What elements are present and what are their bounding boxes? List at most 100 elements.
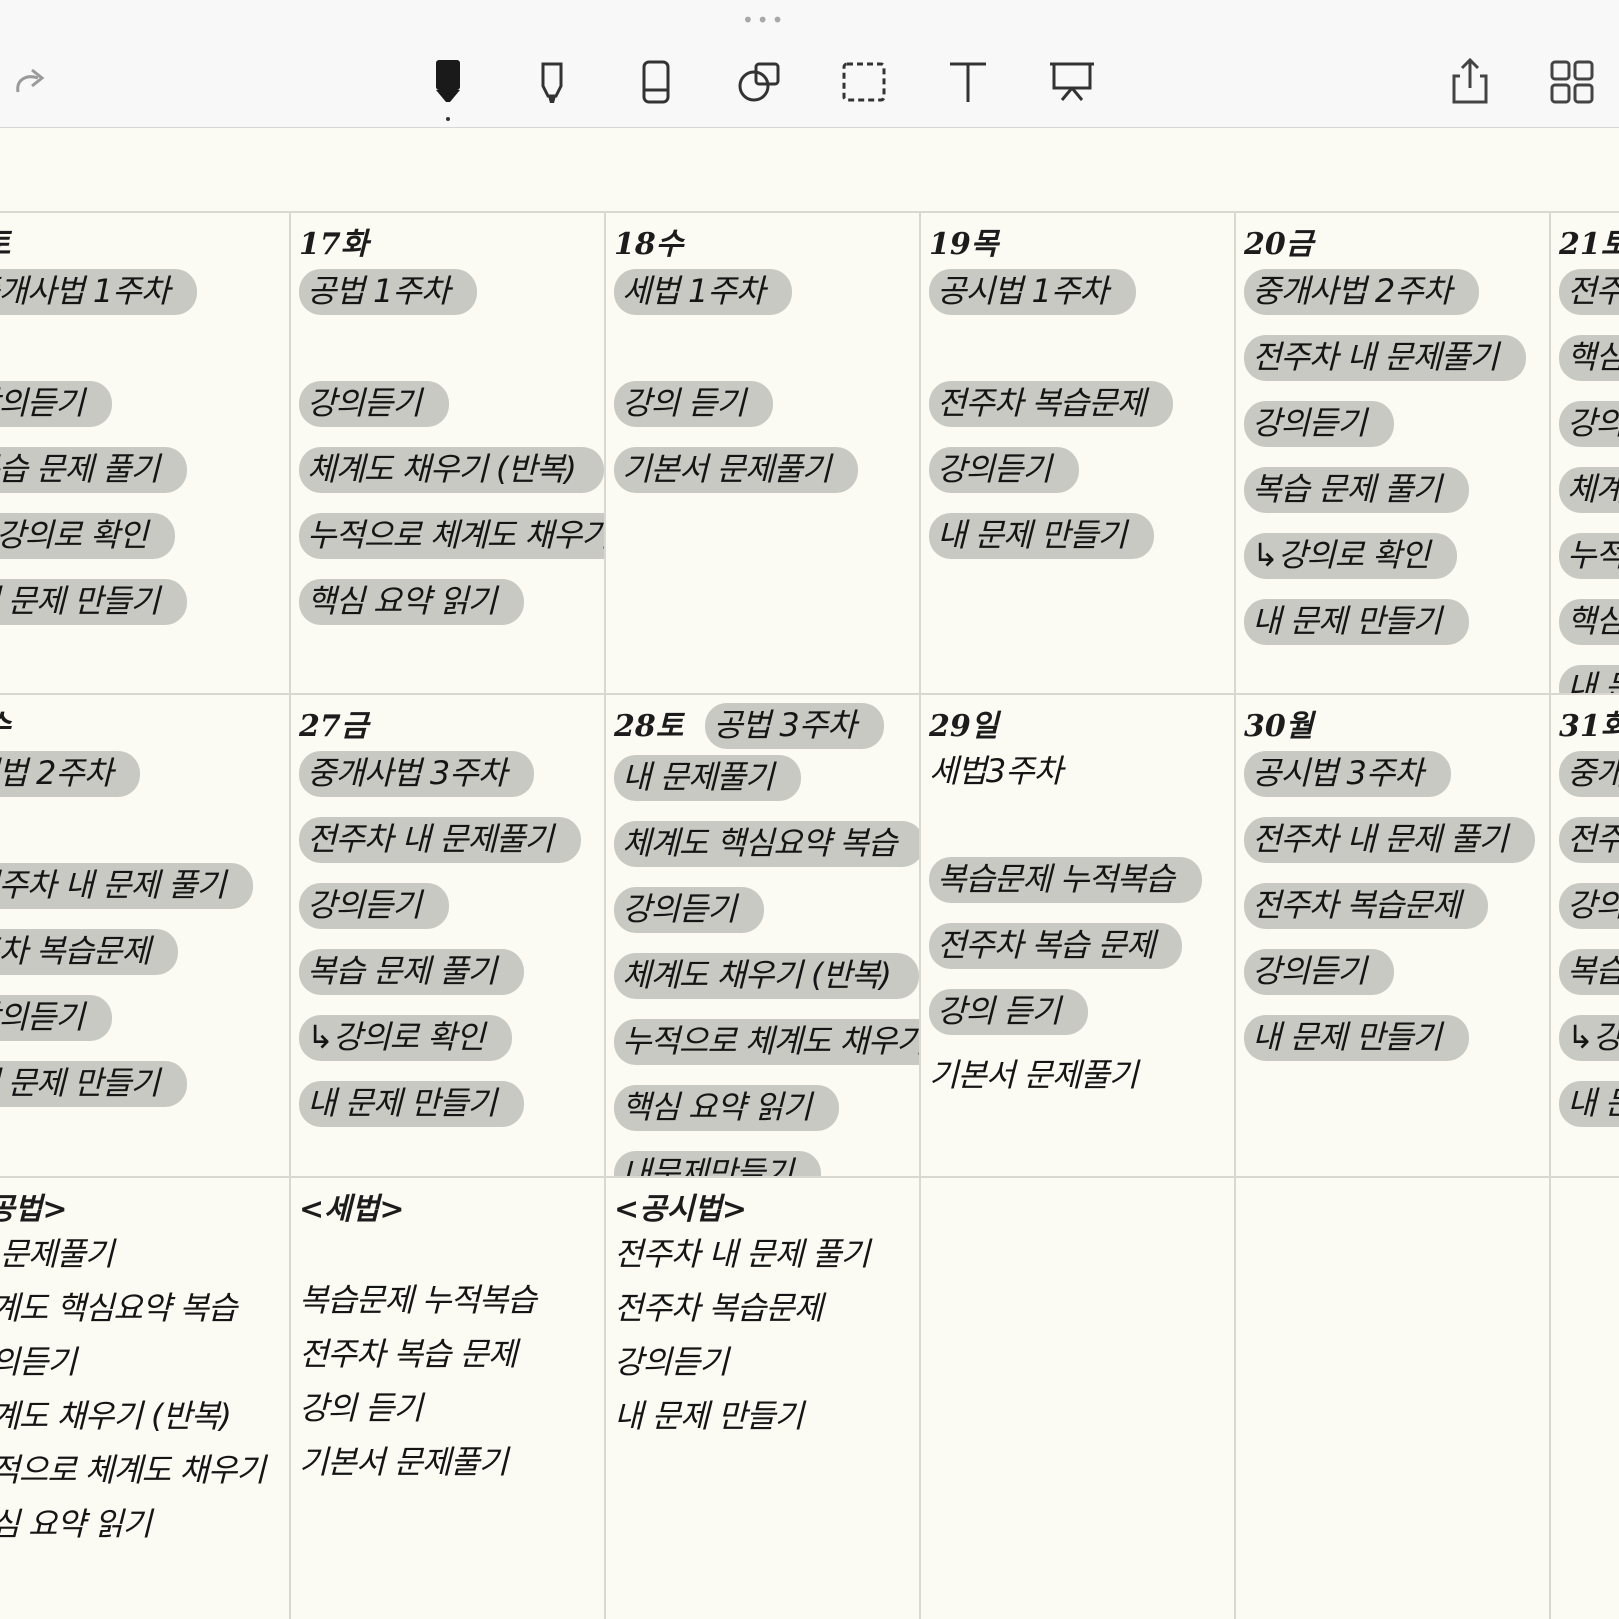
calendar-day-cell[interactable]: <공시법> 전주차 내 문제 풀기 전주차 복습문제 강의듣기 내 문제 만들기 (606, 1178, 919, 1619)
calendar-day-cell[interactable]: 27금 중개사법 3주차 전주차 내 문제풀기 강의듣기 복습 문제 풀기 ↳강의로 확인… (291, 695, 604, 1176)
highlighted-task-item: 전주차 내 문제풀기 (299, 817, 581, 863)
highlighted-task-item: ↳강의로 확인 (299, 1015, 513, 1061)
task-item: 핵심 요약 읽기 (0, 1505, 152, 1543)
calendar-day-cell[interactable]: 19목 공시법 1주차 전주차 복습문제 강의듣기 내 문제 만들기 (921, 213, 1234, 693)
task-item: 복습문제 누적복습 (299, 1281, 537, 1319)
task-item: 세법3주차 (929, 752, 1063, 790)
calendar-day-cell[interactable]: 30월 공시법 3주차 전주차 내 문제 풀기 전주차 복습문제 강의듣기 내 문제 만들… (1236, 695, 1549, 1176)
highlighted-task-item: 내 문제 만들기 (929, 513, 1154, 559)
highlighted-task-item: 핵심 (1559, 599, 1619, 645)
note-page-canvas[interactable]: 4토중개사법 1주차강의듣기복습 문제 풀기↳강의로 확인내 문제 만들기17화… (0, 127, 1619, 1619)
highlighted-task-item: 체계도 채우기 (반복) (299, 447, 604, 493)
highlighter-icon[interactable] (522, 52, 582, 112)
highlighted-task-item: 복습 문제 풀기 (299, 949, 524, 995)
task-item: 누적으로 체계도 채우기 (0, 1451, 266, 1489)
highlighted-task-item: 시법 2주차 (0, 751, 141, 797)
highlighted-task-item: 전주차 복습 문제 (929, 923, 1183, 969)
highlighted-task-item: 내 문제 만들기 (299, 1081, 524, 1127)
highlighted-task-item: 내 문제 만들기 (0, 579, 187, 625)
calendar-day-cell[interactable]: 17화 공법 1주차 강의듣기 체계도 채우기 (반복) 누적으로 체계도 채우기 핵심 … (291, 213, 604, 693)
highlighted-task-item: 전주 (1559, 269, 1619, 315)
window-grabber-icon[interactable]: ••• (742, 10, 786, 30)
highlighted-task-item: ↳강 (1559, 1015, 1619, 1061)
text-icon[interactable] (938, 52, 998, 112)
day-label: 17화 (299, 227, 369, 262)
day-label: 29일 (929, 709, 999, 744)
highlighted-task-item: ↳강의로 확인 (1244, 533, 1458, 579)
day-label: 19목 (929, 227, 999, 262)
highlighted-task-item: 강의 듣기 (929, 989, 1088, 1035)
calendar-day-cell[interactable]: 5수시법 2주차전주차 내 문제 풀기주차 복습문제강의듣기내 문제 만들기 (0, 695, 289, 1176)
highlighted-task-item: 누적으로 체계도 채우기 (614, 1019, 919, 1065)
highlighted-task-item: 누적 (1559, 533, 1619, 579)
task-item: 내 문제 만들기 (614, 1397, 804, 1435)
highlighted-task-item: 강의듣기 (0, 381, 112, 427)
lasso-icon[interactable] (834, 52, 894, 112)
calendar-day-cell[interactable]: 21토전주핵심강의체계누적핵심내 문 (1551, 213, 1619, 693)
task-item: 내 문제풀기 (0, 1235, 114, 1273)
calendar-day-cell[interactable]: 29일세법3주차복습문제 누적복습전주차 복습 문제강의 듣기기본서 문제풀기 (921, 695, 1234, 1176)
highlighted-task-item: 세법 1주차 (614, 269, 793, 315)
highlighted-task-item: 중개사 (1559, 751, 1619, 797)
day-label: 5수 (0, 701, 10, 745)
calendar-day-cell[interactable]: 31화중개사전주차강의복습 ↳강내 문 (1551, 695, 1619, 1176)
share-icon[interactable] (1440, 52, 1500, 112)
highlighted-task-item: 내 문제 만들기 (1244, 599, 1469, 645)
highlighted-task-item: 체계 (1559, 467, 1619, 513)
redo-icon[interactable] (0, 52, 60, 112)
highlighted-task-item: 전주차 (1559, 817, 1619, 863)
highlighted-task-item: 공시법 3주차 (1244, 751, 1451, 797)
presentation-icon[interactable] (1042, 52, 1102, 112)
day-label: <공시법> (614, 1192, 748, 1227)
task-item: 강의듣기 (614, 1343, 729, 1381)
highlighted-task-item: 전주차 내 문제풀기 (1244, 335, 1526, 381)
highlighted-task-item: 복습문제 누적복습 (929, 857, 1202, 903)
highlighted-task-item: 전주차 내 문제 풀기 (0, 863, 254, 909)
highlighted-task-item: 전주차 복습문제 (929, 381, 1174, 427)
task-item: 기본서 문제풀기 (929, 1056, 1138, 1094)
highlighted-task-item: 강의 (1559, 883, 1619, 929)
shapes-icon[interactable] (730, 52, 790, 112)
highlighted-task-item: 핵심 (1559, 335, 1619, 381)
highlighted-task-item: ↳강의로 확인 (0, 513, 176, 559)
day-label: <세법> (299, 1192, 405, 1227)
highlighted-task-item: 내 문제풀기 (614, 755, 802, 801)
day-label: 18수 (614, 227, 684, 262)
highlighted-task-item: 내 문제 만들기 (1244, 1015, 1469, 1061)
pages-grid-icon[interactable] (1542, 52, 1602, 112)
pen-icon[interactable] (418, 52, 478, 112)
calendar-day-cell[interactable]: 28토 공법 3주차 내 문제풀기 체계도 핵심요약 복습 강의듣기 체계도 채우기 (반… (606, 695, 919, 1176)
highlighted-task-item: 체계도 핵심요약 복습 (614, 821, 919, 867)
eraser-icon[interactable] (626, 52, 686, 112)
highlighted-task-item: 체계도 채우기 (반복) (614, 953, 919, 999)
highlighted-task-item: 내 문 (1559, 1081, 1619, 1127)
toolbar: ••• (0, 0, 1619, 128)
day-label: 31화 (1559, 709, 1619, 744)
calendar-day-cell[interactable]: <세법> 복습문제 누적복습 전주차 복습 문제 강의 듣기 기본서 문제풀기 (291, 1178, 604, 1619)
calendar-day-cell[interactable]: <공법> 내 문제풀기체계도 핵심요약 복습강의듣기체계도 채우기 (반복) 누적으… (0, 1178, 289, 1619)
active-tool-indicator (446, 117, 450, 121)
calendar-day-cell[interactable]: 20금 중개사법 2주차 전주차 내 문제풀기 강의듣기 복습 문제 풀기 ↳강의로 확인… (1236, 213, 1549, 693)
calendar-day-cell[interactable]: 18수 세법 1주차 강의 듣기 기본서 문제풀기 (606, 213, 919, 693)
highlighted-task-item: 강의듣기 (299, 381, 449, 427)
highlighted-task-item: 공법 1주차 (299, 269, 478, 315)
calendar-day-cell[interactable]: 4토중개사법 1주차강의듣기복습 문제 풀기 ↳강의로 확인내 문제 만들기 (0, 213, 289, 693)
highlighted-task-item: 내문제만들기 (614, 1151, 821, 1176)
task-item: 강의 듣기 (299, 1389, 423, 1427)
day-label: 21토 (1559, 227, 1619, 262)
task-item: 전주차 내 문제 풀기 (614, 1235, 870, 1273)
calendar-day-cell[interactable] (1236, 1178, 1549, 1619)
highlighted-task-item: 기본서 문제풀기 (614, 447, 859, 493)
calendar-day-cell[interactable] (921, 1178, 1234, 1619)
calendar-day-cell[interactable] (1551, 1178, 1619, 1619)
highlighted-task-item: 공시법 1주차 (929, 269, 1136, 315)
day-label: 28토 (614, 709, 684, 744)
highlighted-task-item: 전주차 복습문제 (1244, 883, 1489, 929)
